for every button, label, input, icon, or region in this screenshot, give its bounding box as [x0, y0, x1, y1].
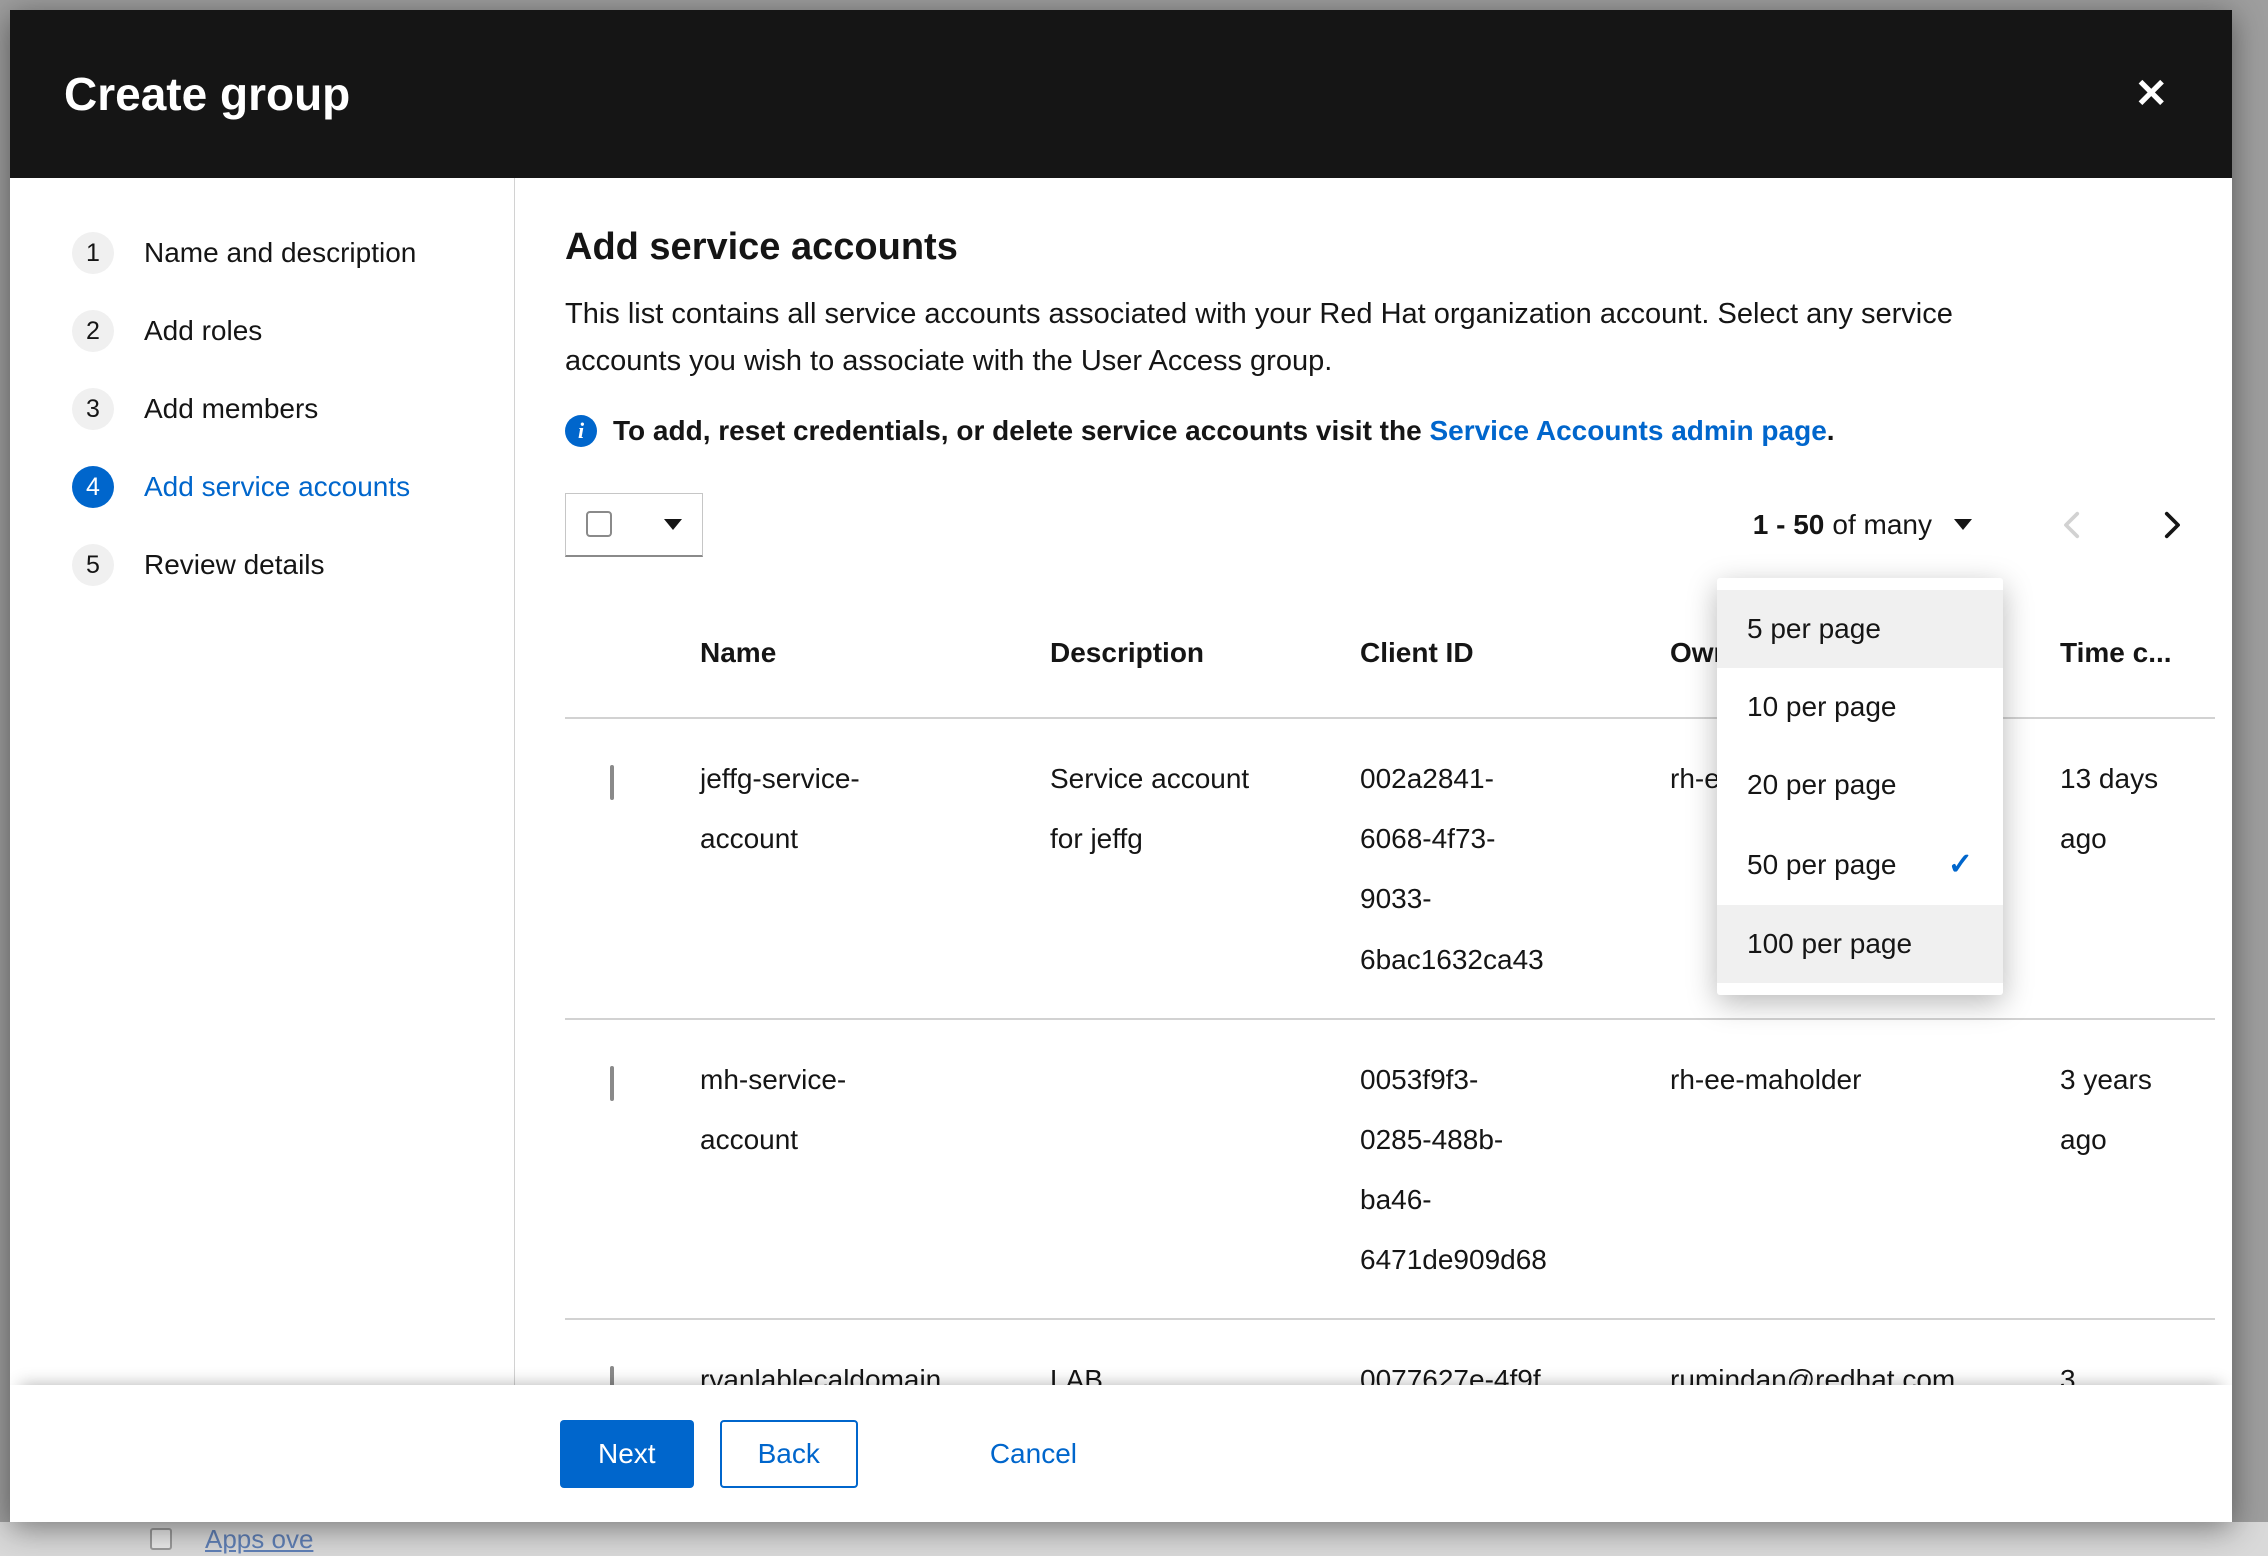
step-number: 1 [72, 232, 114, 274]
cell-description [1015, 1020, 1325, 1319]
wizard-step-add-roles[interactable]: 2 Add roles [10, 292, 514, 370]
per-page-menu: 5 per page 10 per page 20 per page 50 pe… [1717, 578, 2003, 995]
column-header-name: Name [665, 631, 1015, 717]
cell-name: jeffg-service- account [665, 719, 1015, 1018]
step-number: 5 [72, 544, 114, 586]
wizard-footer: Next Back Cancel [10, 1385, 2232, 1522]
menu-item-20-per-page[interactable]: 20 per page [1717, 746, 2003, 824]
step-content: Add service accounts This list contains … [515, 178, 2232, 1522]
chevron-right-icon [2154, 508, 2188, 542]
table-toolbar: 1 - 50of many [565, 493, 2218, 557]
page-description: This list contains all service accounts … [565, 291, 2218, 385]
caret-down-icon [664, 519, 682, 530]
chevron-left-icon [2056, 508, 2090, 542]
header-checkbox-column [565, 631, 665, 717]
step-label: Review details [144, 549, 325, 581]
row-checkbox[interactable] [610, 765, 614, 800]
menu-item-5-per-page[interactable]: 5 per page [1717, 590, 2003, 668]
bulk-select-toggle[interactable] [565, 493, 703, 557]
wizard-step-add-service-accounts[interactable]: 4 Add service accounts [10, 448, 514, 526]
background-checkbox [150, 1528, 172, 1550]
pagination: 1 - 50of many [1753, 508, 2188, 542]
step-label: Add members [144, 393, 318, 425]
table-row: mh-service- account 0053f9f3- 0285-488b-… [565, 1020, 2215, 1321]
hint-text: To add, reset credentials, or delete ser… [613, 415, 1835, 447]
step-label: Name and description [144, 237, 416, 269]
cell-time-created: 13 days ago [2025, 719, 2215, 1018]
modal-header: Create group ✕ [10, 10, 2232, 178]
cell-description: Service account for jeffg [1015, 719, 1325, 1018]
step-number: 2 [72, 310, 114, 352]
background-link-fragment: Apps ove [205, 1524, 313, 1555]
per-page-toggle[interactable]: 1 - 50of many [1753, 509, 1972, 541]
wizard-nav: 1 Name and description 2 Add roles 3 Add… [10, 178, 515, 1522]
back-button[interactable]: Back [720, 1420, 858, 1488]
cell-owner: rh-ee-maholder [1635, 1020, 2025, 1319]
cancel-button[interactable]: Cancel [990, 1420, 1077, 1488]
cell-name: mh-service- account [665, 1020, 1015, 1319]
column-header-client-id: Client ID [1325, 631, 1635, 717]
caret-down-icon [1954, 519, 1972, 530]
info-icon: i [565, 415, 597, 447]
cell-time-created: 3 years ago [2025, 1020, 2215, 1319]
wizard-step-review-details[interactable]: 5 Review details [10, 526, 514, 604]
bulk-select-checkbox[interactable] [586, 511, 612, 537]
page-title: Add service accounts [565, 226, 2218, 269]
row-checkbox[interactable] [610, 1066, 614, 1101]
step-label: Add roles [144, 315, 262, 347]
next-page-button[interactable] [2154, 508, 2188, 542]
menu-item-50-per-page[interactable]: 50 per page ✓ [1717, 824, 2003, 905]
wizard-step-add-members[interactable]: 3 Add members [10, 370, 514, 448]
step-label: Add service accounts [144, 471, 410, 503]
modal-body: 1 Name and description 2 Add roles 3 Add… [10, 178, 2232, 1522]
step-number: 3 [72, 388, 114, 430]
pagination-range: 1 - 50of many [1753, 509, 1932, 541]
previous-page-button[interactable] [2056, 508, 2090, 542]
check-icon: ✓ [1948, 847, 1973, 882]
next-button[interactable]: Next [560, 1420, 694, 1488]
cell-client-id: 0053f9f3- 0285-488b- ba46- 6471de909d68 [1325, 1020, 1635, 1319]
menu-item-100-per-page[interactable]: 100 per page [1717, 905, 2003, 983]
wizard-step-name-and-description[interactable]: 1 Name and description [10, 214, 514, 292]
menu-item-10-per-page[interactable]: 10 per page [1717, 668, 2003, 746]
background-page-strip: Apps ove [0, 1522, 2268, 1556]
cell-client-id: 002a2841- 6068-4f73- 9033- 6bac1632ca43 [1325, 719, 1635, 1018]
service-accounts-hint: i To add, reset credentials, or delete s… [565, 415, 2218, 447]
service-accounts-admin-page-link[interactable]: Service Accounts admin page [1429, 415, 1826, 446]
close-icon[interactable]: ✕ [2134, 74, 2168, 114]
modal-title: Create group [64, 67, 350, 121]
step-number: 4 [72, 466, 114, 508]
column-header-time-created: Time c... [2025, 631, 2215, 717]
create-group-modal: Create group ✕ 1 Name and description 2 … [10, 10, 2232, 1522]
column-header-description: Description [1015, 631, 1325, 717]
